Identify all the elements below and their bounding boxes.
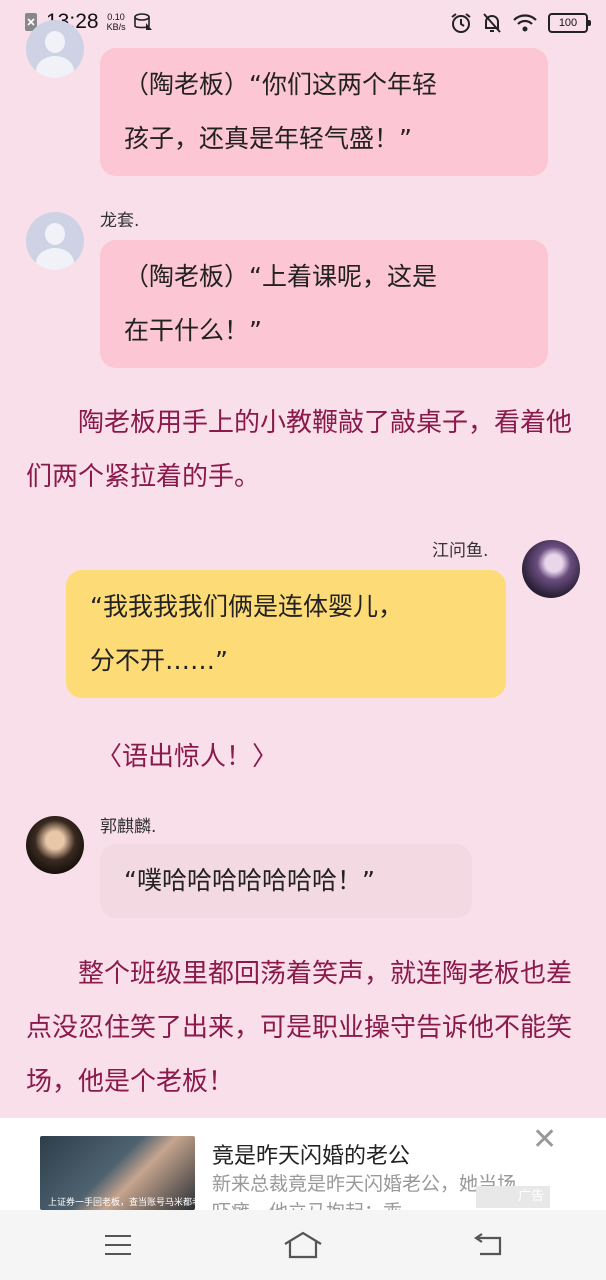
ad-thumbnail[interactable]: 上证券一手回老板，查当账号马米都老公 (40, 1136, 195, 1210)
menu-button[interactable] (88, 1222, 148, 1268)
message-bubble: “噗哈哈哈哈哈哈哈！” (100, 844, 472, 918)
narration-paragraph: 整个班级里都回荡着笑声，就连陶老板也差点没忍住笑了出来，可是职业操守告诉他不能笑… (26, 959, 573, 1097)
ad-title[interactable]: 竟是昨天闪婚的老公 (212, 1138, 410, 1170)
speaker-name: 龙套. (100, 211, 140, 231)
ad-close-icon[interactable]: ✕ (532, 1122, 557, 1157)
home-button[interactable] (273, 1222, 333, 1268)
narration-paragraph: 陶老板用手上的小教鞭敲了敲桌子，看着他们两个紧拉着的手。 (26, 408, 573, 492)
menu-icon (105, 1235, 131, 1255)
avatar[interactable] (26, 212, 84, 270)
ad-banner[interactable]: 上证券一手回老板，查当账号马米都老公 竟是昨天闪婚的老公 新来总裁竟是昨天闪婚老… (0, 1118, 606, 1210)
avatar[interactable] (522, 540, 580, 598)
back-button[interactable] (458, 1222, 518, 1268)
mute-bell-icon (483, 13, 501, 33)
avatar[interactable] (26, 816, 84, 874)
avatar[interactable] (26, 20, 84, 78)
wifi-icon (513, 14, 537, 32)
message-bubble: “我我我我们俩是连体婴儿， 分不开……” (66, 570, 506, 698)
net-speed: 0.10 KB/s (106, 12, 126, 32)
system-nav-bar (0, 1210, 606, 1280)
aside-text: 〈语出惊人！〉 (96, 742, 279, 772)
message-bubble: （陶老板）“上着课呢，这是 在干什么！” (100, 240, 548, 368)
data-icon (133, 13, 152, 30)
ad-tag: 广告 (476, 1186, 550, 1208)
status-bar: 13:28 0.10 KB/s 100 (0, 0, 606, 46)
battery-icon: 100 (548, 13, 591, 33)
alarm-icon (451, 13, 471, 33)
home-icon (284, 1231, 322, 1259)
speaker-name: 郭麒麟. (100, 817, 157, 837)
back-icon (474, 1233, 502, 1256)
speaker-name: 江问鱼. (432, 541, 489, 561)
message-bubble: （陶老板）“你们这两个年轻 孩子，还真是年轻气盛！” (100, 48, 548, 176)
